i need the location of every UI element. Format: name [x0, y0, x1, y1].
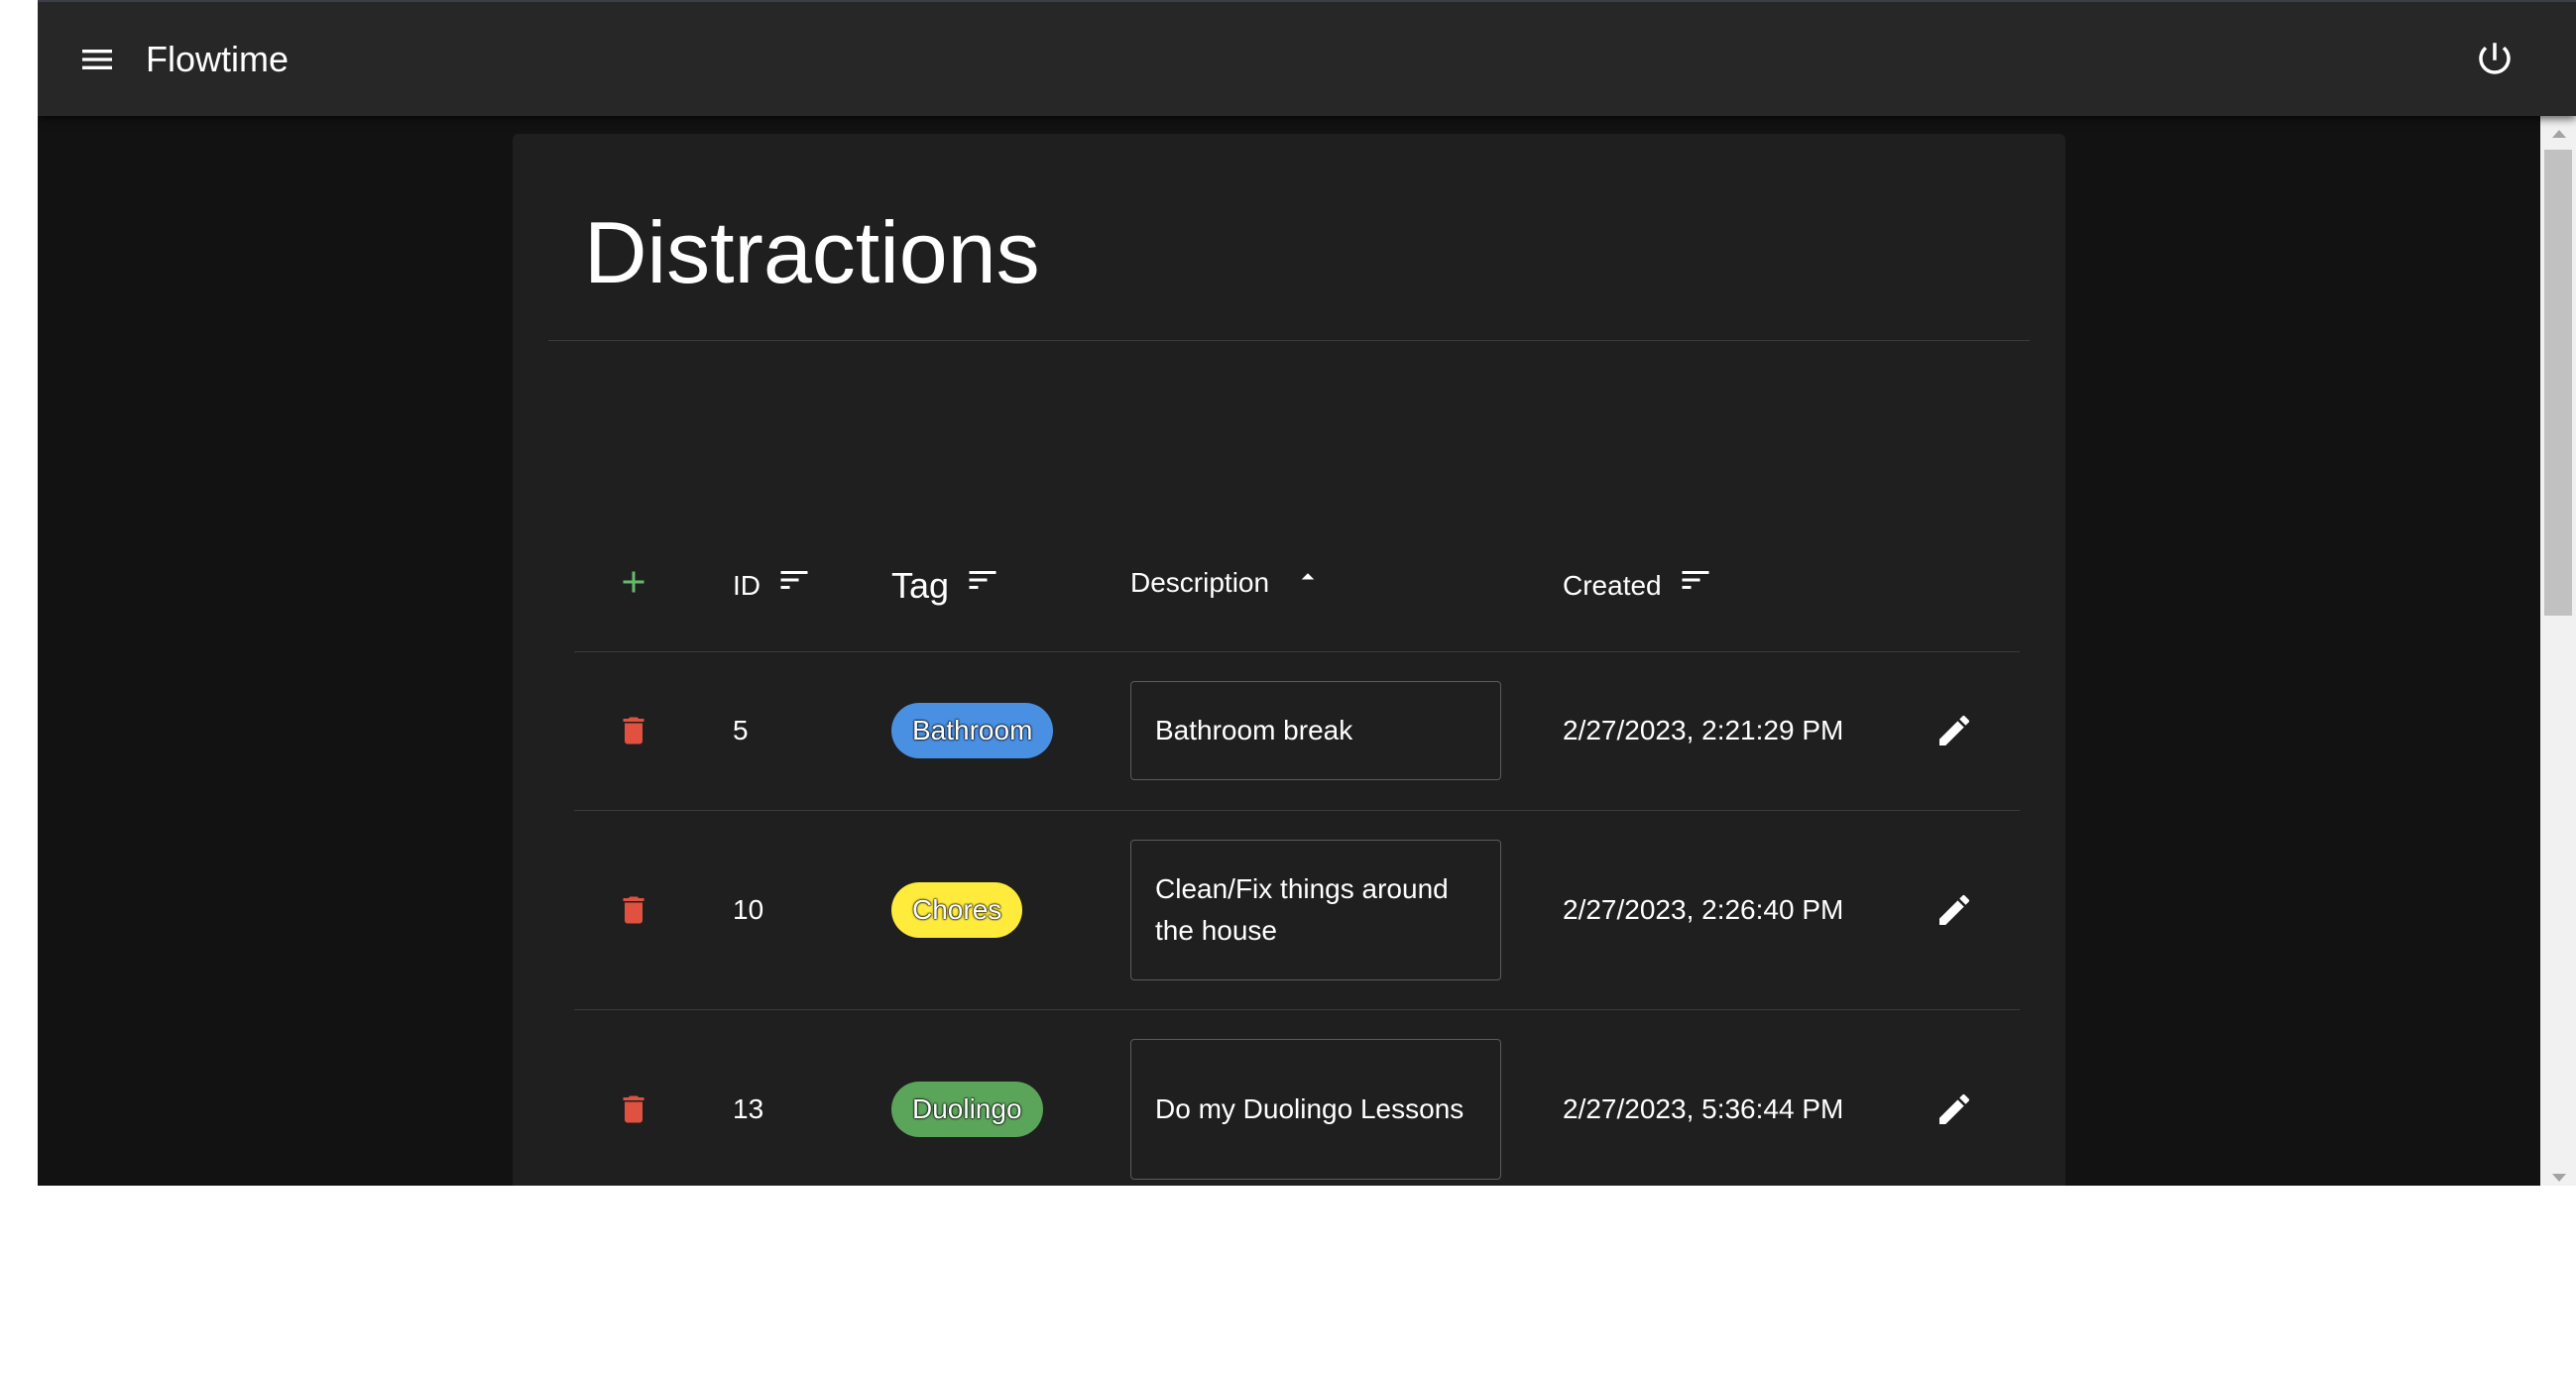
- column-header-description[interactable]: Description: [1130, 562, 1323, 603]
- page-title: Distractions: [584, 203, 1040, 301]
- table-header: ID Tag Description Created: [574, 513, 2020, 652]
- app-bar: Flowtime: [38, 0, 2576, 116]
- plus-icon[interactable]: [616, 564, 651, 600]
- column-header-id[interactable]: ID: [733, 562, 812, 609]
- scrollbar-thumb[interactable]: [2544, 150, 2572, 616]
- created-cell: 2/27/2023, 2:21:29 PM: [1563, 715, 1844, 745]
- column-label: Tag: [891, 564, 950, 606]
- id-cell: 5: [733, 715, 749, 745]
- tag-chip: Bathroom: [891, 703, 1054, 758]
- pencil-icon[interactable]: [1934, 711, 1974, 750]
- pencil-icon[interactable]: [1934, 890, 1974, 930]
- tag-chip: Chores: [891, 882, 1023, 938]
- table-row: 5 Bathroom Bathroom break 2/27/2023, 2:2…: [574, 652, 2020, 811]
- sort-ascending-arrow-icon[interactable]: [1293, 562, 1323, 603]
- column-label: ID: [733, 569, 761, 601]
- created-cell: 2/27/2023, 2:26:40 PM: [1563, 894, 1844, 925]
- power-icon[interactable]: [2474, 38, 2516, 79]
- trash-icon[interactable]: [616, 1089, 651, 1129]
- sort-icon[interactable]: [965, 562, 1000, 609]
- description-field[interactable]: Bathroom break: [1130, 681, 1501, 780]
- main-content: Distractions ID Tag Description Created …: [38, 116, 2540, 1186]
- sort-icon[interactable]: [776, 562, 812, 609]
- column-header-tag[interactable]: Tag: [891, 562, 1000, 609]
- trash-icon[interactable]: [616, 890, 651, 930]
- column-label: Created: [1563, 569, 1662, 601]
- table-row: 13 Duolingo Do my Duolingo Lessons 2/27/…: [574, 1010, 2020, 1186]
- vertical-scrollbar[interactable]: [2540, 116, 2576, 1186]
- hamburger-menu-icon[interactable]: [77, 40, 117, 79]
- distractions-card: Distractions ID Tag Description Created …: [513, 134, 2065, 1186]
- scroll-up-arrow-icon[interactable]: [2552, 130, 2566, 138]
- app-window: Flowtime Distractions ID Tag Description…: [38, 0, 2576, 1186]
- scroll-down-arrow-icon[interactable]: [2552, 1174, 2566, 1182]
- description-field[interactable]: Clean/Fix things around the house: [1130, 840, 1501, 980]
- column-header-created[interactable]: Created: [1563, 562, 1713, 609]
- description-text: Do my Duolingo Lessons: [1155, 1093, 1464, 1124]
- trash-icon[interactable]: [616, 711, 651, 750]
- id-cell: 13: [733, 1093, 764, 1124]
- created-cell: 2/27/2023, 5:36:44 PM: [1563, 1093, 1844, 1124]
- tag-chip: Duolingo: [891, 1082, 1043, 1137]
- description-text: Bathroom break: [1155, 715, 1353, 745]
- app-title: Flowtime: [146, 39, 290, 79]
- description-field[interactable]: Do my Duolingo Lessons: [1130, 1039, 1501, 1180]
- table-row: 10 Chores Clean/Fix things around the ho…: [574, 811, 2020, 1010]
- column-label: Description: [1130, 566, 1270, 598]
- sort-icon[interactable]: [1678, 562, 1713, 609]
- divider: [548, 340, 2030, 341]
- pencil-icon[interactable]: [1934, 1089, 1974, 1129]
- id-cell: 10: [733, 894, 764, 925]
- description-text: Clean/Fix things around the house: [1155, 873, 1449, 946]
